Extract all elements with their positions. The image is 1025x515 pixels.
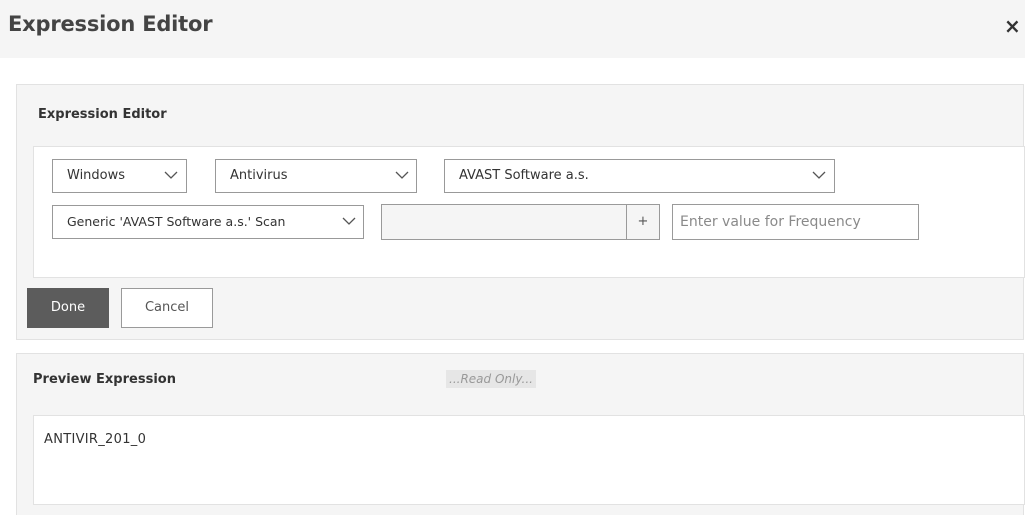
chevron-down-icon <box>164 170 178 180</box>
add-button[interactable]: + <box>627 204 660 240</box>
read-only-badge: ...Read Only... <box>446 370 536 388</box>
vendor-select[interactable]: AVAST Software a.s. <box>444 159 835 193</box>
value-input[interactable] <box>381 204 627 240</box>
plus-icon: + <box>637 214 649 229</box>
preview-expression-box: ANTIVIR_201_0 <box>33 415 1025 505</box>
preview-expression-text: ANTIVIR_201_0 <box>44 432 147 447</box>
vendor-select-value: AVAST Software a.s. <box>459 168 589 183</box>
expression-builder: Windows Antivirus AVAST Software a.s. Ge… <box>33 146 1025 278</box>
close-icon[interactable]: × <box>1004 14 1021 38</box>
modal-header: Expression Editor × <box>0 0 1025 58</box>
chevron-down-icon <box>812 170 826 180</box>
editor-section-label: Expression Editor <box>38 107 167 122</box>
expression-editor-panel: Expression Editor Windows Antivirus AVAS… <box>16 84 1025 340</box>
platform-select[interactable]: Windows <box>52 159 187 193</box>
check-select-value: Generic 'AVAST Software a.s.' Scan <box>67 214 286 229</box>
preview-expression-panel: Preview Expression ...Read Only... ANTIV… <box>16 353 1025 515</box>
modal-title: Expression Editor <box>8 12 213 36</box>
check-select[interactable]: Generic 'AVAST Software a.s.' Scan <box>52 205 364 239</box>
chevron-down-icon <box>342 216 356 226</box>
category-select-value: Antivirus <box>230 168 288 183</box>
category-select[interactable]: Antivirus <box>215 159 417 193</box>
cancel-button[interactable]: Cancel <box>121 288 213 328</box>
frequency-input[interactable] <box>672 204 919 240</box>
done-button[interactable]: Done <box>27 288 109 328</box>
chevron-down-icon <box>395 170 409 180</box>
platform-select-value: Windows <box>67 168 126 183</box>
preview-label: Preview Expression <box>33 372 176 387</box>
